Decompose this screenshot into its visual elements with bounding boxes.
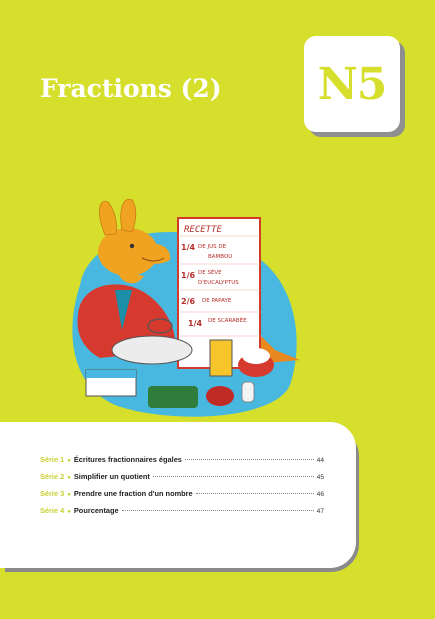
juice-glass: [209, 339, 233, 377]
bamboo-bundle: [148, 386, 198, 408]
recipe-fraction-3: 2/6: [181, 297, 195, 306]
recipe-line-3: DE PAPAYE: [202, 298, 232, 304]
toc-row[interactable]: Série 4 ● Pourcentage 47: [40, 506, 324, 523]
series-label: Série 2: [40, 472, 65, 481]
recipe-line-2b: D'EUCALYPTUS: [198, 280, 239, 286]
toc-row[interactable]: Série 3 ● Prendre une fraction d'un nomb…: [40, 489, 324, 506]
dot-leader: [195, 493, 314, 494]
series-label: Série 1: [40, 455, 65, 464]
bullet-icon: ●: [67, 458, 71, 464]
toc-row[interactable]: Série 1 ● Écritures fractionnaires égale…: [40, 455, 324, 472]
recipe-line-1: DE JUS DE: [198, 244, 227, 250]
page-number: 44: [316, 457, 324, 464]
dot-leader: [152, 476, 314, 477]
recipe-line-4: DE SCARABÉE: [208, 316, 247, 324]
page-number: 46: [316, 491, 324, 498]
dot-leader: [121, 510, 314, 511]
bullet-icon: ●: [67, 509, 71, 515]
chapter-badge: N5: [304, 36, 400, 132]
recipe-fraction-2: 1/6: [181, 271, 195, 280]
kangaroo-ear-left: [99, 200, 117, 236]
kangaroo-recipe-illustration: RECETTE 1/4 DE JUS DE BAMBOU 1/6 DE SÈVE…: [72, 198, 300, 417]
page-number: 45: [316, 474, 324, 481]
salt-shaker: [241, 381, 255, 403]
series-label: Série 4: [40, 506, 65, 515]
kangaroo-ear-right: [120, 198, 137, 233]
recipe-fraction-1: 1/4: [181, 243, 195, 252]
topic-title: Pourcentage: [73, 506, 119, 515]
dot-leader: [184, 459, 314, 460]
topic-title: Écritures fractionnaires égales: [73, 455, 182, 464]
topic-title: Simplifier un quotient: [73, 472, 150, 481]
series-label: Série 3: [40, 489, 65, 498]
topic-title: Prendre une fraction d'un nombre: [73, 489, 193, 498]
recipe-line-2: DE SÈVE: [198, 268, 222, 276]
mixing-bowl: [111, 335, 193, 365]
recipe-fraction-4: 1/4: [188, 319, 202, 328]
bullet-icon: ●: [67, 475, 71, 481]
bullet-icon: ●: [67, 492, 71, 498]
chapter-title: Fractions (2): [40, 74, 222, 103]
table-of-contents: Série 1 ● Écritures fractionnaires égale…: [40, 455, 324, 523]
board-title: RECETTE: [184, 225, 223, 235]
toc-row[interactable]: Série 2 ● Simplifier un quotient 45: [40, 472, 324, 489]
recipe-line-1b: BAMBOU: [208, 254, 232, 260]
page-number: 47: [316, 508, 324, 515]
chapter-code: N5: [317, 58, 388, 110]
red-jar: [206, 386, 234, 406]
